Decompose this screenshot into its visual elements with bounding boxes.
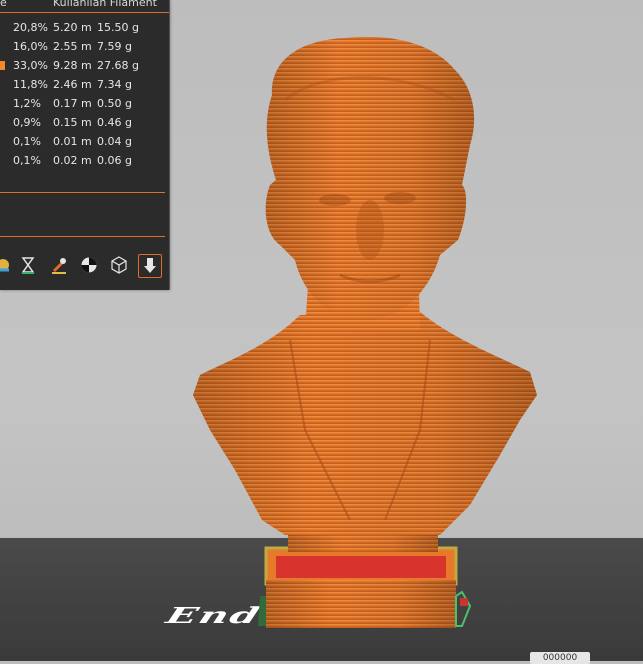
- row-length: 2.55 m: [53, 40, 92, 53]
- row-weight: 15.50 g: [97, 21, 139, 34]
- filament-stats-panel: e Kullanılan Filament 20,8% 5.20 m 15.50…: [0, 0, 170, 290]
- row-percent: 1,2%: [13, 97, 41, 110]
- row-length: 0.01 m: [53, 135, 92, 148]
- row-percent: 33,0%: [13, 59, 48, 72]
- row-weight: 7.34 g: [97, 78, 132, 91]
- stats-row: 16,0% 2.55 m 7.59 g: [0, 37, 169, 56]
- hourglass-icon[interactable]: [17, 254, 39, 276]
- row-percent: 0,1%: [13, 154, 41, 167]
- view-toolbar: [0, 252, 169, 280]
- row-weight: 7.59 g: [97, 40, 132, 53]
- stats-header: e Kullanılan Filament: [0, 0, 169, 13]
- divider: [0, 236, 165, 237]
- stats-row: 0,1% 0.02 m 0.06 g: [0, 151, 169, 170]
- row-length: 0.02 m: [53, 154, 92, 167]
- row-length: 0.17 m: [53, 97, 92, 110]
- stats-row: 20,8% 5.20 m 15.50 g: [0, 18, 169, 37]
- row-percent: 0,1%: [13, 135, 41, 148]
- row-weight: 27.68 g: [97, 59, 139, 72]
- row-weight: 0.46 g: [97, 116, 132, 129]
- row-percent: 0,9%: [13, 116, 41, 129]
- stats-row: 11,8% 2.46 m 7.34 g: [0, 75, 169, 94]
- row-weight: 0.06 g: [97, 154, 132, 167]
- row-percent: 16,0%: [13, 40, 48, 53]
- model-base: [258, 546, 472, 628]
- column-header-used-filament: Kullanılan Filament: [53, 0, 157, 9]
- corner-label: 000000: [530, 652, 590, 664]
- divider: [0, 192, 165, 193]
- stats-row: 1,2% 0.17 m 0.50 g: [0, 94, 169, 113]
- column-header-partial: e: [0, 0, 7, 9]
- stats-rows: 20,8% 5.20 m 15.50 g 16,0% 2.55 m 7.59 g…: [0, 18, 169, 170]
- row-length: 5.20 m: [53, 21, 92, 34]
- cube-outline-icon[interactable]: [108, 254, 130, 276]
- color-swatch: [0, 61, 5, 70]
- stats-row: 0,1% 0.01 m 0.04 g: [0, 132, 169, 151]
- tool-color-icon[interactable]: [48, 254, 70, 276]
- row-percent: 11,8%: [13, 78, 48, 91]
- download-export-icon[interactable]: [138, 254, 162, 278]
- row-weight: 0.04 g: [97, 135, 132, 148]
- stats-row: 0,9% 0.15 m 0.46 g: [0, 113, 169, 132]
- feature-type-icon[interactable]: [0, 254, 14, 276]
- stats-row: 33,0% 9.28 m 27.68 g: [0, 56, 169, 75]
- row-percent: 20,8%: [13, 21, 48, 34]
- row-length: 0.15 m: [53, 116, 92, 129]
- extrusion-role-icon[interactable]: [78, 254, 100, 276]
- row-weight: 0.50 g: [97, 97, 132, 110]
- row-length: 9.28 m: [53, 59, 92, 72]
- row-length: 2.46 m: [53, 78, 92, 91]
